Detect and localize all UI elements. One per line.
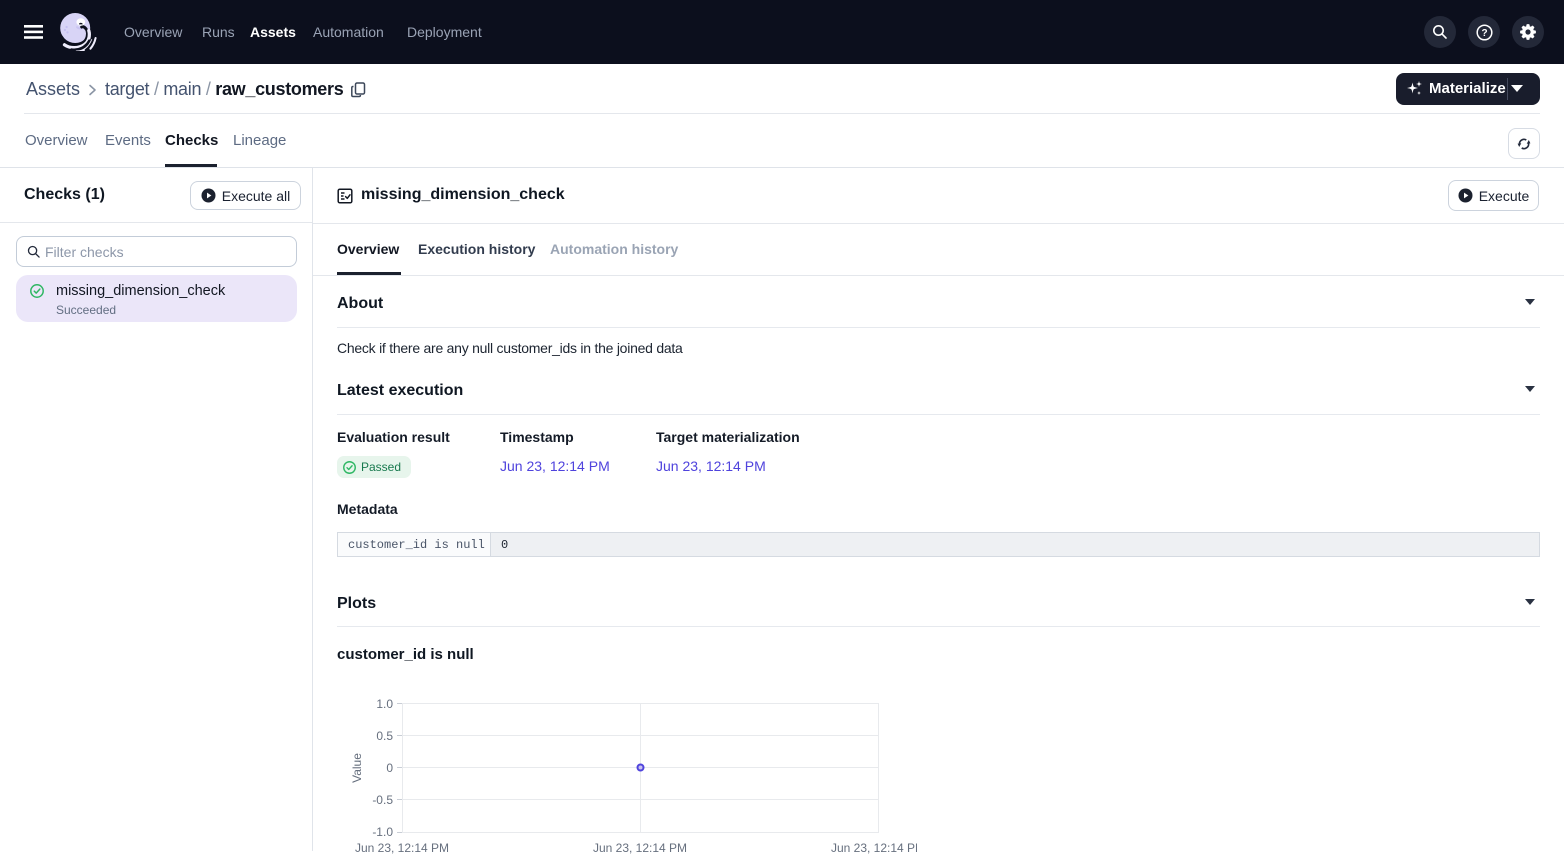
svg-text:1.0: 1.0 bbox=[376, 697, 393, 711]
svg-text:Jun 23, 12:14 PM: Jun 23, 12:14 PM bbox=[355, 841, 449, 855]
svg-text:-0.5: -0.5 bbox=[372, 793, 393, 807]
svg-text:?: ? bbox=[1481, 28, 1487, 39]
svg-text:Value: Value bbox=[350, 753, 364, 783]
svg-text:0.5: 0.5 bbox=[376, 729, 393, 743]
svg-text:0: 0 bbox=[386, 761, 393, 775]
svg-text:Jun 23, 12:14 PM: Jun 23, 12:14 PM bbox=[593, 841, 687, 855]
svg-text:-1.0: -1.0 bbox=[372, 825, 393, 839]
svg-text:Jun 23, 12:14 PM: Jun 23, 12:14 PM bbox=[831, 841, 917, 855]
